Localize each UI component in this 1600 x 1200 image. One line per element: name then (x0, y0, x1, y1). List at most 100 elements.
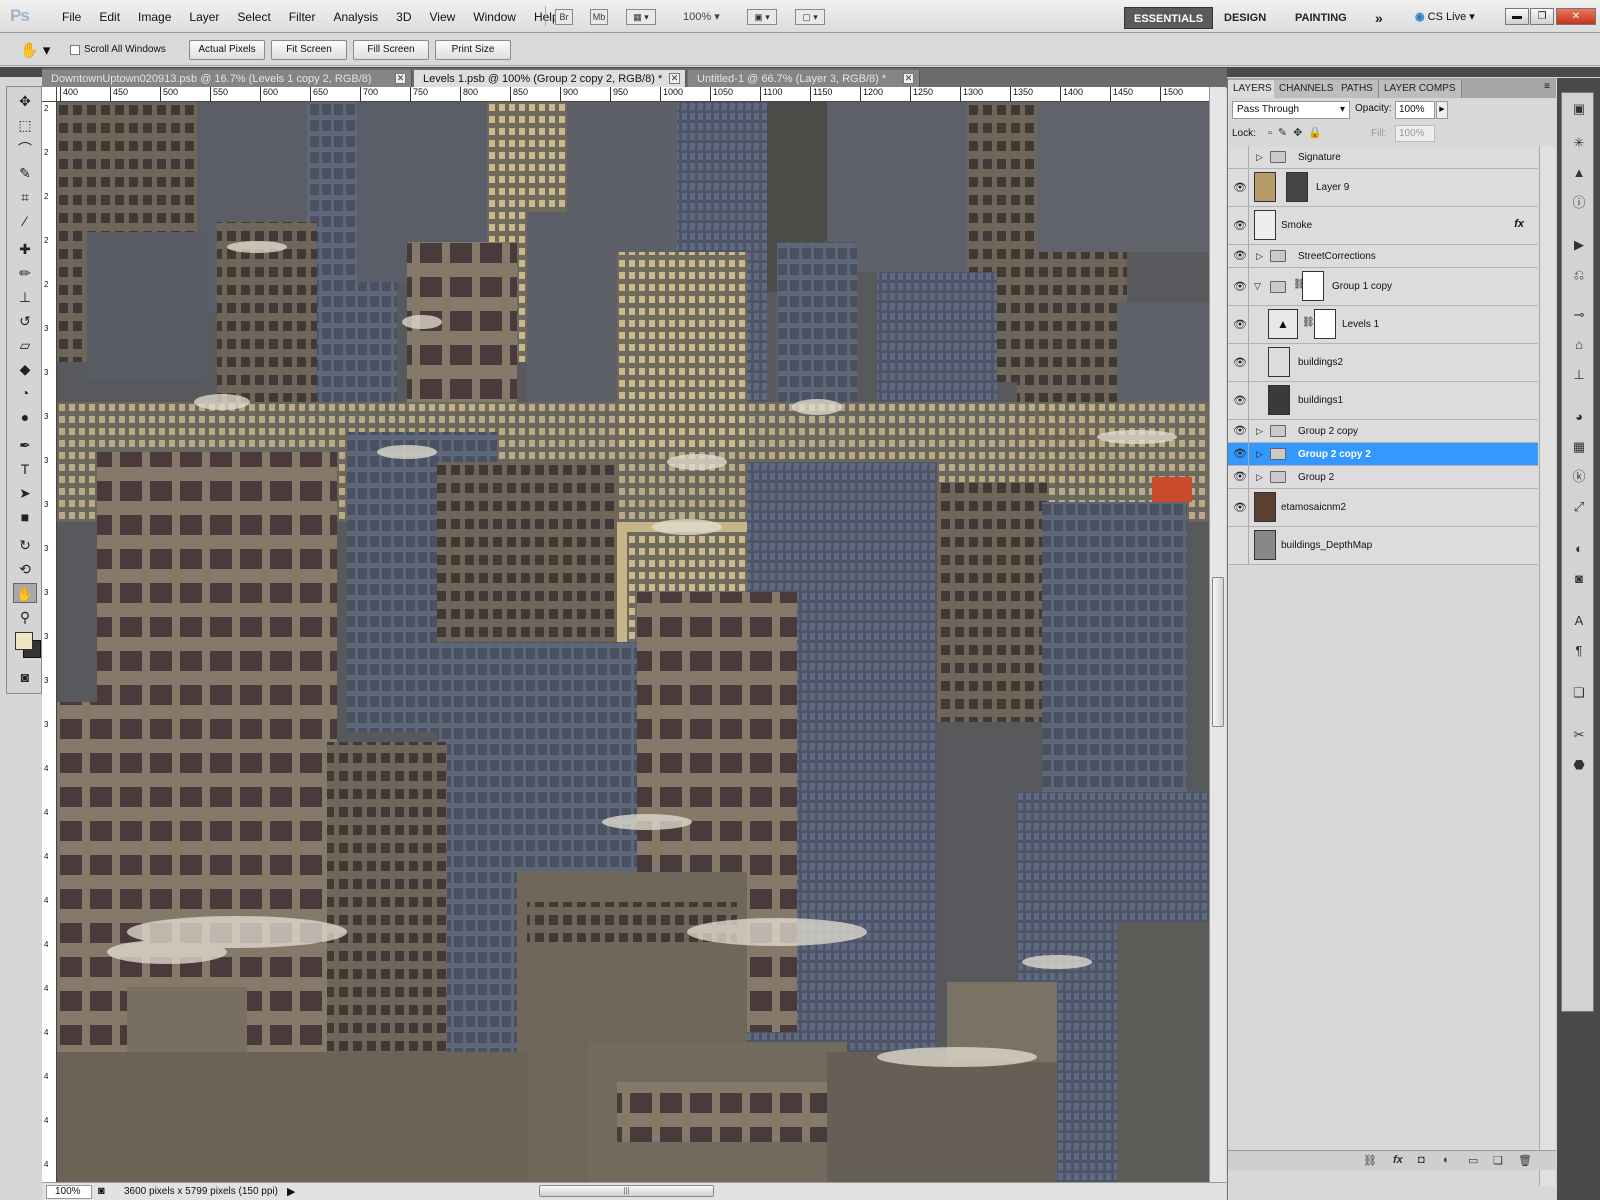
close-window-button[interactable]: ✕ (1556, 8, 1596, 25)
menu-select[interactable]: Select (228, 10, 279, 24)
actual-pixels-button[interactable]: Actual Pixels (189, 40, 265, 60)
expand-triangle-icon[interactable]: ▷ (1256, 472, 1263, 483)
eye-icon[interactable]: 👁 (1232, 317, 1248, 333)
3d-orbit-tool-icon[interactable]: ⟲ (13, 559, 37, 579)
opacity-field[interactable]: 100% (1395, 101, 1435, 119)
expand-triangle-icon[interactable]: ▷ (1256, 426, 1263, 437)
dodge-tool-icon[interactable]: ◔ (13, 383, 37, 403)
tab-levels-1[interactable]: Levels 1.psb @ 100% (Group 2 copy 2, RGB… (414, 70, 686, 88)
layer-row-layer-9[interactable]: 👁 Layer 9 (1228, 169, 1538, 207)
add-mask-icon[interactable]: ◘ (1418, 1154, 1425, 1166)
document-canvas[interactable] (57, 102, 1209, 1182)
3d-panel-icon[interactable]: ⬣ (1569, 755, 1589, 775)
brushes-panel-icon[interactable]: ⌂ (1569, 335, 1589, 355)
navigator-panel-icon[interactable]: ✳ (1569, 133, 1589, 153)
layer-row-group-2-copy[interactable]: 👁 ▷ Group 2 copy (1228, 420, 1538, 443)
status-info-icon[interactable]: ◙ (98, 1185, 105, 1197)
tab-layer-comps[interactable]: LAYER COMPS (1379, 80, 1462, 98)
restore-button[interactable]: ❐ (1530, 8, 1554, 25)
lasso-tool-icon[interactable]: ⌒ (13, 139, 37, 159)
tab-untitled-1[interactable]: Untitled-1 @ 66.7% (Layer 3, RGB/8) * ✕ (688, 70, 920, 88)
workspace-design[interactable]: DESIGN (1215, 7, 1275, 29)
menu-edit[interactable]: Edit (90, 10, 129, 24)
vertical-scroll-thumb[interactable] (1212, 577, 1224, 727)
fill-field[interactable]: 100% (1395, 125, 1435, 142)
link-icon[interactable]: ⛓ (1302, 317, 1315, 328)
horizontal-scroll-thumb[interactable]: ||| (539, 1185, 714, 1197)
tab-channels[interactable]: CHANNELS (1274, 80, 1340, 98)
menu-file[interactable]: File (53, 10, 90, 24)
blend-mode-dropdown[interactable]: Pass Through (1232, 101, 1350, 119)
zoom-tool-icon[interactable]: ⚲ (13, 607, 37, 627)
new-layer-icon[interactable]: ❏ (1493, 1154, 1503, 1167)
arrange-documents-button[interactable]: ▣ ▾ (747, 9, 777, 25)
quick-mask-icon[interactable]: ◙ (13, 667, 37, 687)
layer-row-group-2[interactable]: 👁 ▷ Group 2 (1228, 466, 1538, 489)
blur-tool-icon[interactable]: ● (13, 407, 37, 427)
mini-bridge-panel-icon[interactable]: ▣ (1569, 99, 1589, 119)
path-selection-tool-icon[interactable]: ➤ (13, 483, 37, 503)
mini-bridge-button[interactable]: Mb (590, 9, 608, 25)
vertical-scrollbar[interactable] (1209, 87, 1226, 1182)
brush-tool-icon[interactable]: ✏ (13, 263, 37, 283)
ruler-origin[interactable] (42, 87, 57, 102)
eye-icon[interactable]: 👁 (1232, 469, 1248, 485)
tab-paths[interactable]: PATHS (1336, 80, 1379, 98)
menu-filter[interactable]: Filter (280, 10, 325, 24)
expand-triangle-icon[interactable]: ▷ (1256, 152, 1263, 163)
history-brush-tool-icon[interactable]: ↺ (13, 311, 37, 331)
menu-image[interactable]: Image (129, 10, 180, 24)
paint-bucket-tool-icon[interactable]: ◆ (13, 359, 37, 379)
collapse-triangle-icon[interactable]: ▽ (1254, 281, 1261, 292)
horizontal-ruler[interactable]: 400 450 500 550 600 650 700 750 800 850 … (57, 87, 1209, 102)
workspace-essentials[interactable]: ESSENTIALS (1124, 7, 1214, 29)
tab-layers[interactable]: LAYERS (1228, 80, 1278, 98)
eyedropper-tool-icon[interactable]: ⁄ (13, 211, 37, 231)
menu-layer[interactable]: Layer (180, 10, 228, 24)
healing-brush-tool-icon[interactable]: ✚ (13, 239, 37, 259)
layer-row-levels-1[interactable]: 👁 ▲ ⛓ Levels 1 (1228, 306, 1538, 344)
close-tab-icon[interactable]: ✕ (669, 73, 680, 84)
layer-row-group-1-copy[interactable]: 👁 ▽ ⛓ Group 1 copy (1228, 268, 1538, 306)
zoom-level-dropdown[interactable]: 100% ▾ (683, 10, 720, 23)
workspace-painting[interactable]: PAINTING (1286, 7, 1356, 29)
layer-row-signature[interactable]: ▷ Signature (1228, 146, 1538, 169)
add-layer-style-icon[interactable]: fx (1393, 1154, 1403, 1166)
eye-icon[interactable]: 👁 (1232, 500, 1248, 516)
type-tool-icon[interactable]: T (13, 459, 37, 479)
eye-icon[interactable]: 👁 (1232, 423, 1248, 439)
eye-icon[interactable]: 👁 (1232, 279, 1248, 295)
new-group-icon[interactable]: ▭ (1468, 1154, 1478, 1167)
visibility-toggle-empty[interactable] (1232, 149, 1248, 165)
eye-icon[interactable]: 👁 (1232, 393, 1248, 409)
hand-tool-icon[interactable]: ✋ (13, 583, 37, 603)
panel-menu-icon[interactable]: ≡ (1544, 81, 1550, 92)
marquee-tool-icon[interactable]: ⬚ (13, 115, 37, 135)
eye-icon[interactable]: 👁 (1232, 218, 1248, 234)
swatches-panel-icon[interactable]: ▦ (1569, 437, 1589, 457)
history-panel-icon[interactable]: ⎌ (1569, 265, 1589, 285)
close-tab-icon[interactable]: ✕ (395, 73, 406, 84)
shape-tool-icon[interactable]: ■ (13, 507, 37, 527)
foreground-color-swatch[interactable] (15, 632, 33, 650)
visibility-toggle-empty[interactable] (1232, 538, 1248, 554)
eye-icon[interactable]: 👁 (1232, 355, 1248, 371)
view-extras-button[interactable]: ▦ ▾ (626, 9, 656, 25)
layer-row-buildings-depthmap[interactable]: buildings_DepthMap (1228, 527, 1538, 565)
layer-effects-icon[interactable]: fx (1514, 218, 1524, 230)
vertical-ruler[interactable]: 2 2 2 2 2 3 3 3 3 3 3 3 3 3 3 4 4 4 4 4 … (42, 102, 57, 1182)
layer-row-streetcorrections[interactable]: 👁 ▷ StreetCorrections (1228, 245, 1538, 268)
3d-rotate-tool-icon[interactable]: ↻ (13, 535, 37, 555)
hand-tool-preset-icon[interactable]: ✋ ▾ (20, 41, 50, 59)
pen-tool-icon[interactable]: ✒ (13, 435, 37, 455)
scroll-all-windows-checkbox[interactable] (70, 45, 80, 55)
menu-window[interactable]: Window (464, 10, 525, 24)
eye-icon[interactable]: 👁 (1232, 180, 1248, 196)
delete-layer-icon[interactable]: 🗑 (1518, 1154, 1532, 1167)
tab-downtownuptown[interactable]: DowntownUptown020913.psb @ 16.7% (Levels… (42, 70, 412, 88)
menu-analysis[interactable]: Analysis (324, 10, 387, 24)
eye-icon[interactable]: 👁 (1232, 446, 1248, 462)
color-panel-icon[interactable]: ◕ (1569, 407, 1589, 427)
actions-panel-icon[interactable]: ▶ (1569, 235, 1589, 255)
adjustments-panel-icon[interactable]: ◐ (1569, 539, 1589, 559)
